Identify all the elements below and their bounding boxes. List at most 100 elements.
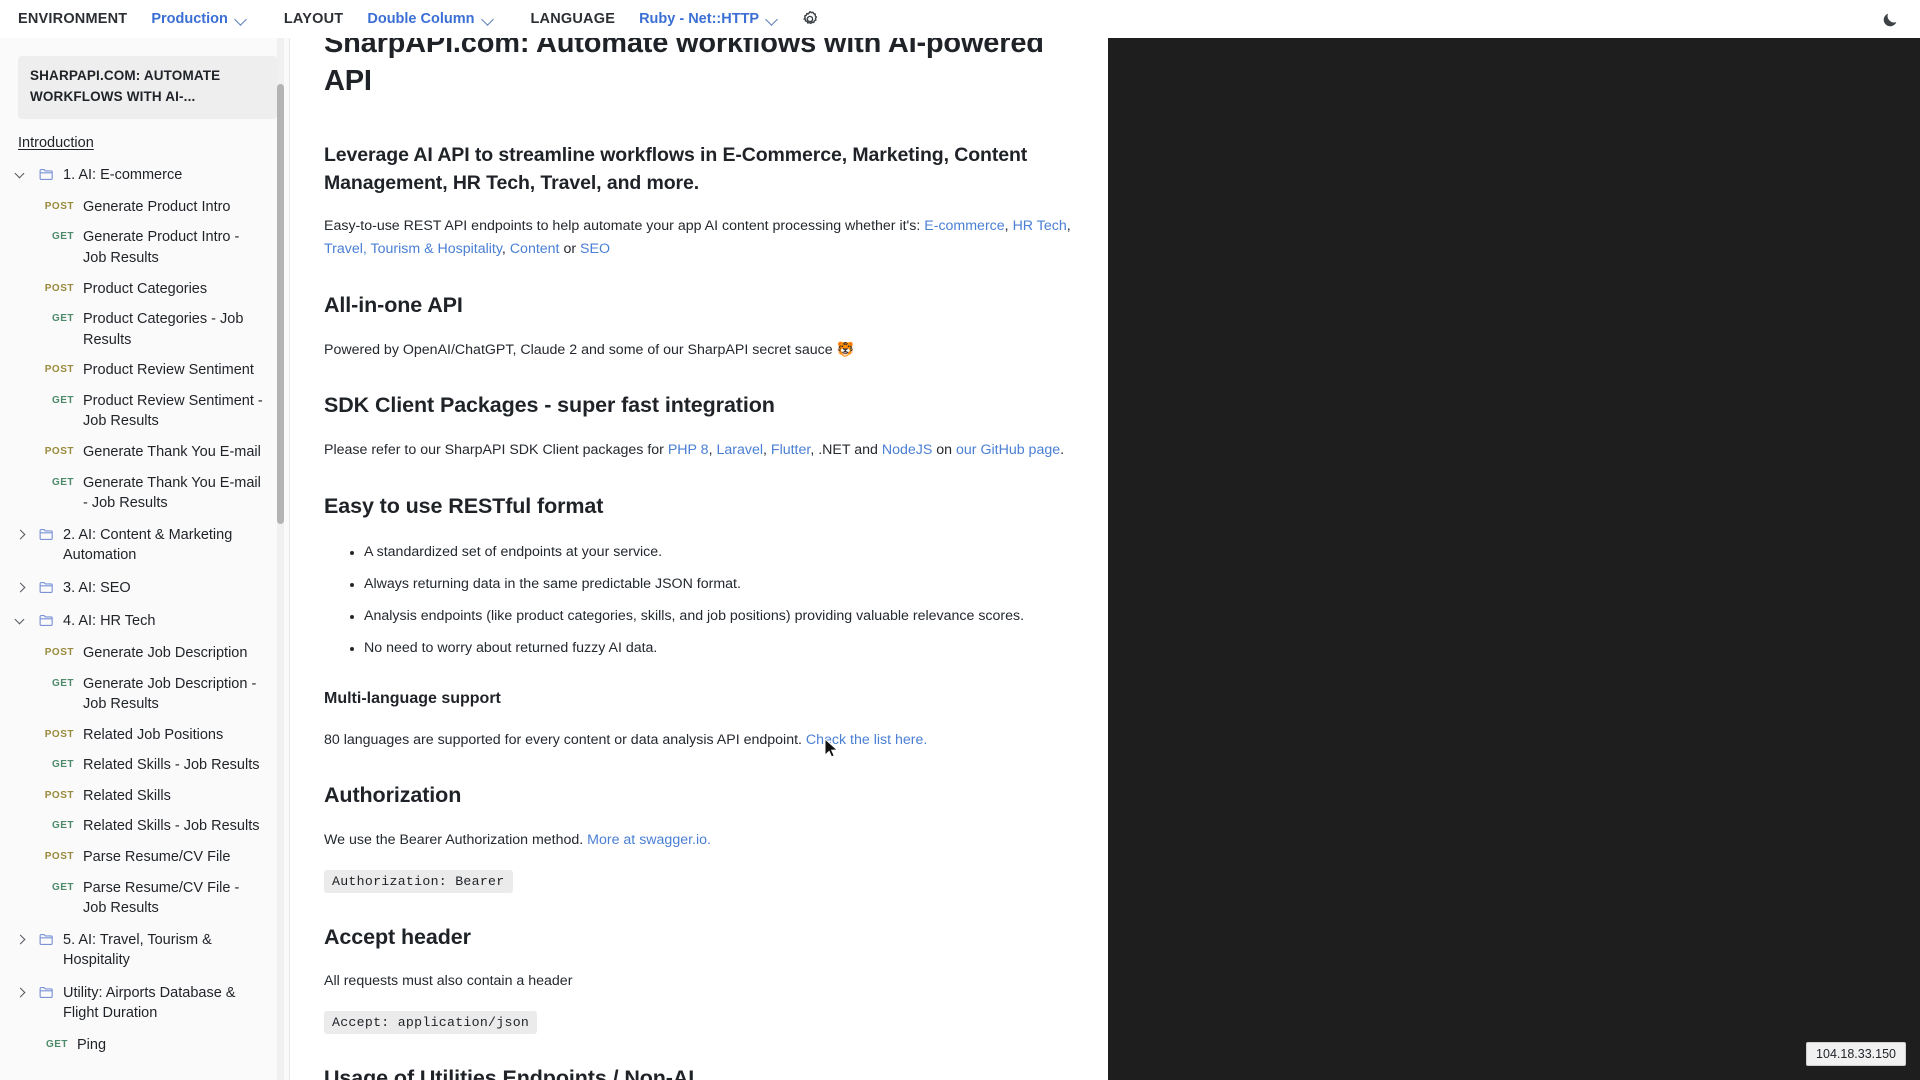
folder-icon-wrap: [38, 579, 55, 599]
link-content[interactable]: Content: [510, 241, 560, 257]
link-flutter[interactable]: Flutter: [771, 442, 810, 458]
http-method-badge: POST: [44, 850, 74, 862]
folder-icon: [39, 528, 53, 540]
list-item: A standardized set of endpoints at your …: [364, 541, 1075, 564]
http-method-badge: GET: [51, 759, 74, 771]
language-selector[interactable]: Ruby - Net::HTTP: [639, 11, 779, 27]
link-ecommerce[interactable]: E-commerce: [924, 218, 1004, 234]
sidebar-endpoint-label: Generate Thank You E-mail: [83, 444, 261, 461]
link-hr-tech[interactable]: HR Tech: [1013, 218, 1067, 234]
link-laravel[interactable]: Laravel: [716, 442, 763, 458]
sidebar-section-utility-airports-database-flight-duration[interactable]: Utility: Airports Database & Flight Dura…: [0, 977, 289, 1030]
sidebar-section-2-ai-content-marketing-automation[interactable]: 2. AI: Content & Marketing Automation: [0, 519, 289, 572]
intro-or: or: [559, 241, 581, 258]
sidebar-section-5-ai-travel-tourism-hospitality[interactable]: 5. AI: Travel, Tourism & Hospitality: [0, 924, 289, 977]
chevron-down-icon: [766, 13, 779, 26]
sidebar-section-label: 4. AI: HR Tech: [63, 612, 156, 629]
link-nodejs[interactable]: NodeJS: [882, 442, 932, 458]
chevron-down-icon: [235, 13, 248, 26]
sdk-dotnet-text: .NET: [818, 441, 851, 458]
sidebar-endpoint-label: Related Job Positions: [83, 726, 224, 743]
sidebar-endpoint-item[interactable]: GET Generate Product Intro - Job Results: [0, 222, 289, 273]
sidebar-endpoint-item[interactable]: GET Related Skills - Job Results: [0, 811, 289, 842]
sdk-and: and: [850, 441, 882, 458]
environment-selector[interactable]: Production: [151, 11, 248, 27]
auth-text: We use the Bearer Authorization method.: [324, 832, 588, 849]
layout-label: LAYOUT: [283, 11, 344, 27]
language-value: Ruby - Net::HTTP: [639, 11, 760, 27]
http-method-badge: GET: [51, 820, 74, 832]
layout-value: Double Column: [367, 11, 475, 27]
sdk-prefix: Please refer to our SharpAPI SDK Client …: [324, 441, 668, 458]
sidebar-endpoint-item[interactable]: GET Generate Thank You E-mail - Job Resul…: [0, 468, 289, 519]
http-method-badge: GET: [51, 394, 74, 406]
lead-paragraph: Leverage AI API to streamline workflows …: [324, 143, 1028, 194]
sidebar-endpoint-item[interactable]: POST Product Review Sentiment: [0, 355, 289, 386]
sidebar-section-1-ai-e-commerce[interactable]: 1. AI: E-commerce: [0, 159, 289, 192]
layout-selector[interactable]: Double Column: [367, 11, 494, 27]
chevron-right-icon[interactable]: [14, 579, 30, 599]
settings-button[interactable]: [797, 6, 823, 32]
sidebar-endpoint-item[interactable]: POST Related Skills: [0, 781, 289, 812]
link-github-page[interactable]: our GitHub page: [956, 442, 1060, 458]
sidebar-item-introduction[interactable]: Introduction: [18, 135, 289, 151]
moon-icon: [1883, 13, 1897, 27]
sidebar-endpoint-label: Related Skills - Job Results: [83, 818, 260, 835]
sidebar-endpoint-label: Generate Job Description: [83, 644, 248, 661]
sidebar-endpoint-item[interactable]: GET Generate Job Description - Job Result…: [0, 669, 289, 720]
document-pane: SharpAPI.com: Automate workflows with AI…: [291, 38, 1108, 1080]
multilang-text: 80 languages are supported for every con…: [324, 731, 806, 748]
ip-address-badge: 104.18.33.150: [1806, 1042, 1906, 1066]
sidebar-title: SHARPAPI.COM: AUTOMATE WORKFLOWS WITH AI…: [18, 56, 277, 119]
http-method-badge: POST: [44, 728, 74, 740]
link-travel[interactable]: Travel, Tourism & Hospitality: [324, 241, 502, 257]
http-method-badge: POST: [44, 789, 74, 801]
link-seo[interactable]: SEO: [580, 241, 610, 257]
sidebar-endpoint-item[interactable]: GET Ping: [0, 1030, 289, 1061]
sidebar-section-label: 1. AI: E-commerce: [63, 166, 183, 183]
http-method-badge: POST: [44, 282, 74, 294]
sidebar-endpoint-item[interactable]: POST Generate Product Intro: [0, 192, 289, 223]
link-php8[interactable]: PHP 8: [668, 442, 709, 458]
http-method-badge: GET: [51, 476, 74, 488]
accept-header-paragraph: All requests must also contain a header: [324, 973, 573, 990]
sidebar-endpoint-item[interactable]: GET Related Skills - Job Results: [0, 750, 289, 781]
sidebar-endpoint-item[interactable]: POST Parse Resume/CV File: [0, 842, 289, 873]
sidebar-endpoint-item[interactable]: GET Product Review Sentiment - Job Result…: [0, 386, 289, 437]
environment-value: Production: [151, 11, 228, 27]
sidebar-endpoint-item[interactable]: POST Product Categories: [0, 274, 289, 305]
restful-bullet-list: A standardized set of endpoints at your …: [324, 541, 1075, 660]
sidebar-section-label: 3. AI: SEO: [63, 579, 131, 596]
http-method-badge: GET: [51, 881, 74, 893]
top-toolbar: ENVIRONMENT Production LAYOUT Double Col…: [0, 0, 1920, 38]
sidebar-endpoint-item[interactable]: POST Generate Thank You E-mail: [0, 437, 289, 468]
link-swagger-io[interactable]: More at swagger.io.: [587, 832, 711, 848]
sidebar-scrollbar-thumb[interactable]: [277, 84, 284, 524]
heading-multi-language-support: Multi-language support: [324, 690, 501, 708]
sidebar-endpoint-item[interactable]: POST Related Job Positions: [0, 720, 289, 751]
folder-icon: [39, 986, 53, 998]
sidebar-endpoint-label: Generate Product Intro - Job Results: [83, 229, 240, 266]
sidebar-endpoint-item[interactable]: POST Generate Job Description: [0, 638, 289, 669]
sidebar-endpoint-label: Parse Resume/CV File: [83, 848, 231, 865]
heading-restful-format: Easy to use RESTful format: [324, 493, 604, 518]
chevron-down-icon[interactable]: [14, 166, 30, 186]
intro-paragraph: Easy-to-use REST API endpoints to help a…: [324, 218, 1071, 258]
chevron-right-icon[interactable]: [14, 526, 30, 546]
chevron-right-icon[interactable]: [14, 984, 30, 1004]
sidebar-section-3-ai-seo[interactable]: 3. AI: SEO: [0, 572, 289, 605]
sidebar-endpoint-label: Product Review Sentiment - Job Results: [83, 392, 263, 430]
heading-accept-header: Accept header: [324, 924, 471, 949]
chevron-right-icon[interactable]: [14, 931, 30, 951]
sidebar-endpoint-label: Product Categories: [83, 280, 208, 297]
theme-toggle-button[interactable]: [1878, 8, 1902, 32]
sidebar-section-label: 5. AI: Travel, Tourism & Hospitality: [63, 931, 212, 969]
authorization-paragraph: We use the Bearer Authorization method. …: [324, 829, 1075, 852]
http-method-badge: GET: [51, 231, 74, 243]
sidebar-section-4-ai-hr-tech[interactable]: 4. AI: HR Tech: [0, 605, 289, 638]
http-method-badge: GET: [51, 313, 74, 325]
sidebar-endpoint-item[interactable]: GET Product Categories - Job Results: [0, 304, 289, 355]
sidebar-endpoint-item[interactable]: GET Parse Resume/CV File - Job Results: [0, 873, 289, 924]
http-method-badge: POST: [44, 646, 74, 658]
chevron-down-icon[interactable]: [14, 612, 30, 632]
